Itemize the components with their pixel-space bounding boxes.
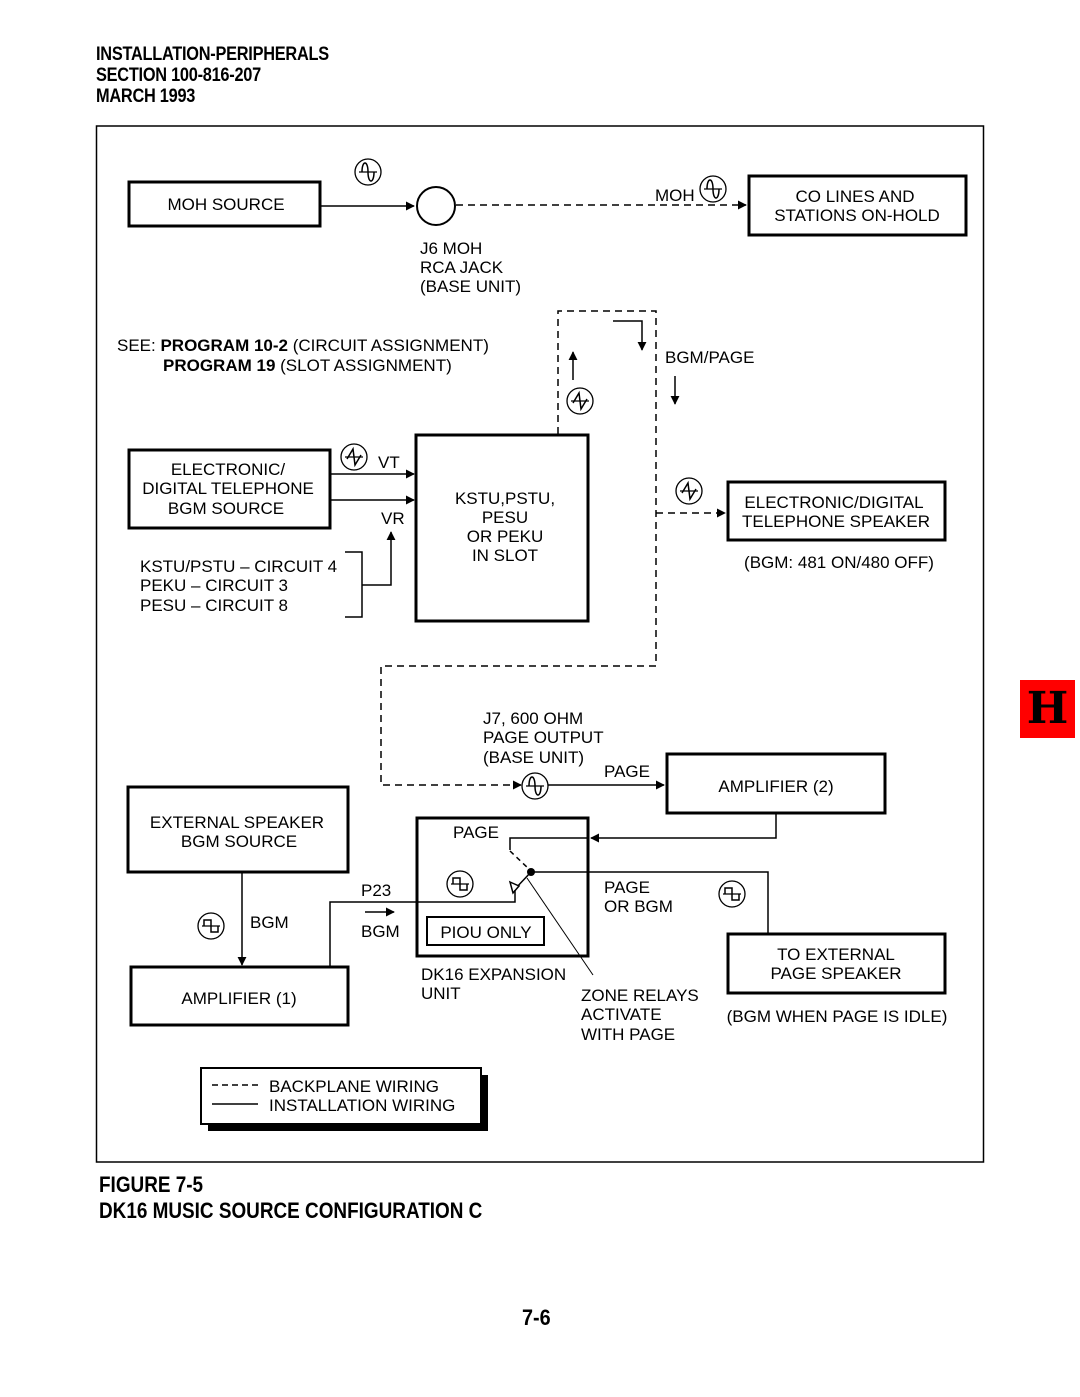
bgm-setting-label: (BGM: 481 ON/480 OFF): [744, 553, 934, 572]
amplifier-2-label: AMPLIFIER (2): [718, 777, 833, 796]
legend: BACKPLANE WIRING INSTALLATION WIRING: [200, 1067, 488, 1131]
piou-only-label: PIOU ONLY: [440, 923, 531, 942]
vt-label: VT: [378, 453, 400, 472]
j6-label-2: RCA JACK: [420, 258, 504, 277]
sine-wave-icon: [354, 158, 382, 186]
zone-relays-label-3: WITH PAGE: [581, 1025, 675, 1044]
j7-label-1: J7, 600 OHM: [483, 709, 583, 728]
down-arrow-corner: [613, 320, 647, 351]
zone-relays-label-1: ZONE RELAYS: [581, 986, 699, 1005]
co-lines-label-1: CO LINES AND: [795, 187, 914, 206]
p23-label: P23: [361, 881, 391, 900]
co-lines-label-2: STATIONS ON-HOLD: [774, 206, 940, 225]
external-page-speaker-label-1: TO EXTERNAL: [777, 945, 895, 964]
bgm-source-label-1: ELECTRONIC/: [171, 460, 286, 479]
kstu-label-3: OR PEKU: [467, 527, 544, 546]
sawtooth-wave-icon: [675, 477, 703, 505]
relay-dashed-arm: [509, 850, 531, 871]
dk16-label-2: UNIT: [421, 984, 461, 1003]
zone-relays-label-2: ACTIVATE: [581, 1005, 662, 1024]
figure-title: DK16 MUSIC SOURCE CONFIGURATION C: [99, 1198, 483, 1223]
legend-backplane-label: BACKPLANE WIRING: [269, 1077, 439, 1096]
external-page-speaker-label-2: PAGE SPEAKER: [770, 964, 901, 983]
page-amp-label: PAGE: [604, 762, 650, 781]
telephone-speaker-label-1: ELECTRONIC/DIGITAL: [744, 493, 923, 512]
circuit-bracket-arrow: [362, 531, 396, 586]
sawtooth-wave-icon: [566, 387, 594, 415]
page-or-bgm-label-1: PAGE: [604, 878, 650, 897]
page-number: 7-6: [522, 1305, 551, 1330]
bgm-page-label: BGM/PAGE: [665, 348, 754, 367]
amplifier-1-label: AMPLIFIER (1): [181, 989, 296, 1008]
j6-label-1: J6 MOH: [420, 239, 482, 258]
j7-label-2: PAGE OUTPUT: [483, 728, 604, 747]
vr-label: VR: [381, 509, 405, 528]
sine-wave-icon: [699, 175, 727, 203]
square-wave-icon: [197, 912, 225, 940]
bgm-vertical-label: BGM: [250, 913, 289, 932]
section-tab-letter: H: [1026, 683, 1069, 734]
square-wave-icon: [718, 880, 746, 908]
bgm-source-label-2: DIGITAL TELEPHONE: [142, 479, 314, 498]
dk16-label-1: DK16 EXPANSION: [421, 965, 566, 984]
relay-page-contact: [509, 837, 588, 850]
section-tab: H: [1020, 680, 1075, 738]
page-in-label: PAGE: [453, 823, 499, 842]
moh-source-label: MOH SOURCE: [167, 195, 284, 214]
zone-relay-pointer: [526, 877, 594, 976]
moh-label: MOH: [655, 186, 695, 205]
j7-label-3: (BASE UNIT): [483, 748, 584, 767]
figure-caption: FIGURE 7-5 DK16 MUSIC SOURCE CONFIGURATI…: [99, 1172, 482, 1224]
rca-jack-icon: [416, 186, 456, 226]
external-bgm-source-label-1: EXTERNAL SPEAKER: [150, 813, 324, 832]
bgm-idle-label: (BGM WHEN PAGE IS IDLE): [727, 1007, 948, 1026]
figure-number: FIGURE 7-5: [99, 1172, 204, 1197]
kstu-label-2: PESU: [482, 508, 528, 527]
sine-wave-icon: [521, 772, 549, 800]
program-note-1: SEE: PROGRAM 10-2 (CIRCUIT ASSIGNMENT): [117, 336, 489, 355]
bgm-source-label-3: BGM SOURCE: [168, 499, 284, 518]
page-or-bgm-label-2: OR BGM: [604, 897, 673, 916]
circuit-label-1: KSTU/PSTU – CIRCUIT 4: [140, 557, 337, 576]
circuit-label-3: PESU – CIRCUIT 8: [140, 596, 288, 615]
telephone-speaker-label-2: TELEPHONE SPEAKER: [742, 512, 930, 531]
circuit-bracket: [345, 551, 363, 618]
kstu-label-1: KSTU,PSTU,: [455, 489, 555, 508]
square-wave-icon: [446, 870, 474, 898]
kstu-label-4: IN SLOT: [472, 546, 538, 565]
amp2-to-dk16-wire: [590, 813, 777, 843]
program-note-2: PROGRAM 19 (SLOT ASSIGNMENT): [163, 356, 452, 375]
external-bgm-source-label-2: BGM SOURCE: [181, 832, 297, 851]
bgm-p23-label: BGM: [361, 922, 400, 941]
circuit-label-2: PEKU – CIRCUIT 3: [140, 576, 288, 595]
sawtooth-wave-icon: [340, 443, 368, 471]
legend-installation-label: INSTALLATION WIRING: [269, 1096, 455, 1115]
j6-label-3: (BASE UNIT): [420, 277, 521, 296]
